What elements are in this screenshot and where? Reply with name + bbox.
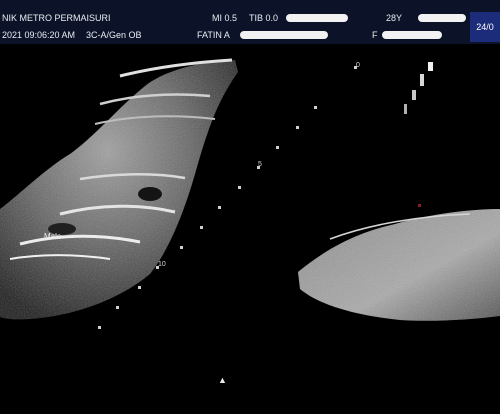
depth-tick (276, 146, 279, 149)
depth-label-10: 10 (158, 261, 166, 268)
thermal-index: TIB 0.0 (249, 13, 279, 23)
depth-tick (98, 326, 101, 329)
depth-label-0: 0 (356, 62, 360, 69)
probe-preset: 3C-A/Gen OB (86, 30, 142, 40)
redacted-sex-mark (382, 31, 442, 39)
depth-tick (116, 306, 119, 309)
depth-tick (138, 286, 141, 289)
info-header-bar: NIK METRO PERMAISURI 2021 09:06:20 AM 3C… (0, 0, 500, 44)
depth-tick (238, 186, 241, 189)
date-tab: 24/0 (470, 12, 500, 42)
depth-tick (218, 206, 221, 209)
depth-tick (296, 126, 299, 129)
artifact-streak (428, 62, 433, 71)
depth-tick (200, 226, 203, 229)
artifact-streak (412, 90, 416, 100)
redacted-name-mark (240, 31, 328, 39)
depth-tick (314, 106, 317, 109)
patient-name: FATIN A (197, 30, 230, 40)
patient-age: 28Y (386, 13, 403, 23)
focus-marker-icon: ▲ (218, 375, 227, 385)
fetal-annotation-label: Male (44, 232, 62, 241)
artifact-streak (404, 104, 407, 114)
redacted-age-mark (418, 14, 466, 22)
redacted-id-mark (286, 14, 348, 22)
depth-tick (180, 246, 183, 249)
depth-label-5: 5 (258, 161, 262, 168)
clinic-name: NIK METRO PERMAISURI (2, 13, 111, 23)
patient-sex: F (372, 30, 378, 40)
placenta-speckle (298, 209, 500, 321)
mechanical-index: MI 0.5 (212, 13, 238, 23)
ultrasound-image: 0 5 10 Male ▲ (0, 44, 500, 409)
exam-datetime: 2021 09:06:20 AM (2, 30, 76, 40)
artifact-streak (420, 74, 424, 86)
dark-cyst-region (138, 187, 162, 201)
doppler-fleck (418, 204, 421, 207)
ultrasound-canvas (0, 58, 500, 321)
